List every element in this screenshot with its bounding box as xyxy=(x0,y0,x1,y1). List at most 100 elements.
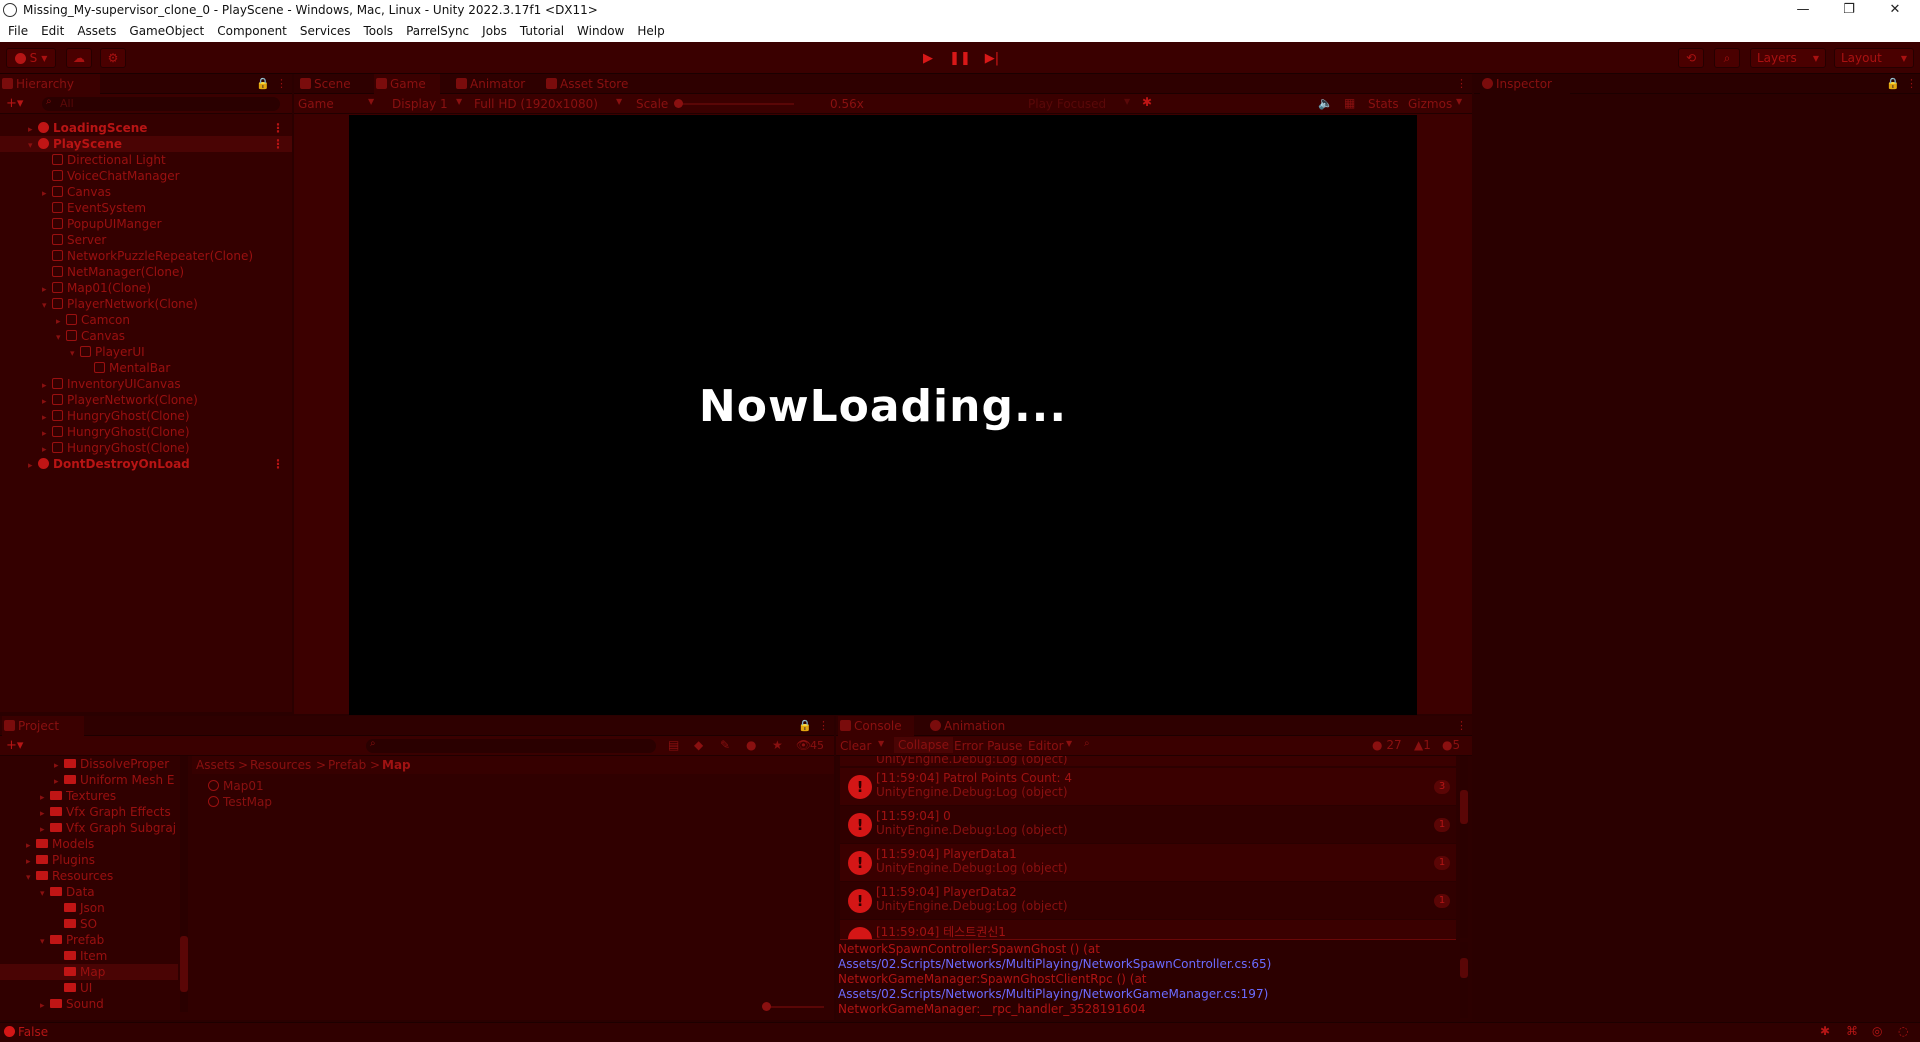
warning-filter-button[interactable]: ▲1 xyxy=(1414,738,1431,752)
project-folder[interactable]: ▸ Sound xyxy=(0,996,178,1012)
project-folder[interactable]: ▸ Vfx Graph Subgraj xyxy=(0,820,178,836)
hierarchy-item[interactable]: ▸ Canvas xyxy=(0,184,292,200)
project-menu-icon[interactable]: ⋮ xyxy=(818,719,829,732)
scale-slider-handle[interactable] xyxy=(674,99,683,108)
type-filter-icon[interactable]: ◆ xyxy=(694,738,703,752)
project-folder[interactable]: ▾ Prefab xyxy=(0,932,178,948)
game-screen[interactable]: NowLoading... xyxy=(349,115,1417,715)
stack-trace-link[interactable]: Assets/02.Scripts/Networks/MultiPlaying/… xyxy=(838,987,1268,1001)
hierarchy-search-input[interactable]: ⌕ All xyxy=(42,96,280,111)
hierarchy-menu-icon[interactable]: ⋮ xyxy=(276,77,287,90)
message-filter-button[interactable]: ●5 xyxy=(1442,738,1460,752)
history-button[interactable]: ⟲ xyxy=(1678,48,1704,68)
project-search-input[interactable]: ⌕ xyxy=(366,738,656,753)
project-folder[interactable]: ▸ Vfx Graph Effects xyxy=(0,804,178,820)
expand-arrow-icon[interactable]: ▸ xyxy=(40,806,50,820)
expand-arrow-icon[interactable]: ▸ xyxy=(40,790,50,804)
project-folder[interactable]: Map xyxy=(0,964,178,980)
scene-row[interactable]: ▸ DontDestroyOnLoad ⋮ xyxy=(0,456,292,472)
hidden-eye-icon[interactable]: 👁 xyxy=(796,738,811,752)
label-filter-icon[interactable]: ✎ xyxy=(720,738,730,752)
scrollbar-thumb[interactable] xyxy=(180,936,188,992)
icon-size-slider[interactable] xyxy=(770,1006,824,1008)
bug-icon[interactable]: ✱ xyxy=(1820,1024,1830,1038)
hierarchy-item[interactable]: VoiceChatManager xyxy=(0,168,292,184)
asset-item[interactable]: TestMap xyxy=(208,794,272,810)
scrollbar-thumb[interactable] xyxy=(1460,958,1468,978)
icon-size-slider-handle[interactable] xyxy=(762,1002,771,1011)
hierarchy-item[interactable]: EventSystem xyxy=(0,200,292,216)
scene-menu-icon[interactable]: ⋮ xyxy=(272,136,284,152)
expand-arrow-icon[interactable]: ▸ xyxy=(40,822,50,836)
project-folder[interactable]: ▸ Textures xyxy=(0,788,178,804)
menu-jobs[interactable]: Jobs xyxy=(482,24,507,38)
hierarchy-item[interactable]: ▾ PlayerNetwork(Clone) xyxy=(0,296,292,312)
menu-gameobject[interactable]: GameObject xyxy=(129,24,204,38)
layout-dropdown[interactable]: Layout ▼ xyxy=(1834,48,1914,68)
expand-arrow-icon[interactable]: ▸ xyxy=(40,998,50,1012)
menu-file[interactable]: File xyxy=(8,24,28,38)
expand-arrow-icon[interactable]: ▾ xyxy=(40,886,50,900)
scrollbar-thumb[interactable] xyxy=(1460,790,1468,824)
lock-icon[interactable]: 🔒 xyxy=(798,719,812,732)
menu-services[interactable]: Services xyxy=(300,24,351,38)
stack-trace-link[interactable]: Assets/02.Scripts/Networks/MultiPlaying/… xyxy=(838,957,1271,971)
hierarchy-item[interactable]: NetManager(Clone) xyxy=(0,264,292,280)
hierarchy-item[interactable]: ▸ HungryGhost(Clone) xyxy=(0,424,292,440)
hierarchy-item[interactable]: PopupUIManger xyxy=(0,216,292,232)
hierarchy-item[interactable]: ▸ Map01(Clone) xyxy=(0,280,292,296)
hierarchy-item[interactable]: ▸ Camcon xyxy=(0,312,292,328)
status-message[interactable]: False xyxy=(18,1025,48,1039)
hierarchy-item[interactable]: MentalBar xyxy=(0,360,292,376)
expand-arrow-icon[interactable]: ▸ xyxy=(54,758,64,772)
search-button[interactable]: ⌕ xyxy=(1714,48,1740,68)
lock-icon[interactable]: 🔒 xyxy=(1886,77,1900,90)
expand-arrow-icon[interactable]: ▾ xyxy=(26,870,36,884)
project-folder[interactable]: ▸ Models xyxy=(0,836,178,852)
menu-assets[interactable]: Assets xyxy=(77,24,116,38)
tab-project[interactable]: Project xyxy=(2,716,84,736)
scene-menu-icon[interactable]: ⋮ xyxy=(272,456,284,472)
log-row-partial[interactable]: [11:59:04] 테스트권신1 xyxy=(840,920,1456,940)
step-button[interactable]: ▶| xyxy=(978,48,1006,68)
cloud-button[interactable]: ☁ xyxy=(66,48,92,68)
hierarchy-item[interactable]: Directional Light xyxy=(0,152,292,168)
inspector-menu-icon[interactable]: ⋮ xyxy=(1906,77,1917,90)
minimize-button[interactable]: — xyxy=(1780,0,1826,20)
hierarchy-item[interactable]: Server xyxy=(0,232,292,248)
menu-edit[interactable]: Edit xyxy=(41,24,64,38)
tab-scene[interactable]: Scene xyxy=(298,74,368,94)
menu-component[interactable]: Component xyxy=(217,24,287,38)
pause-button[interactable]: ❚❚ xyxy=(946,48,974,68)
asset-item[interactable]: Map01 xyxy=(208,778,272,794)
hierarchy-item[interactable]: NetworkPuzzleRepeater(Clone) xyxy=(0,248,292,264)
play-button[interactable]: ▶ xyxy=(914,48,942,68)
search-icon[interactable]: ⌕ xyxy=(1084,738,1090,749)
network-icon[interactable]: ⌘ xyxy=(1846,1024,1858,1038)
tab-hierarchy[interactable]: Hierarchy xyxy=(0,74,100,94)
scale-slider-track[interactable] xyxy=(678,103,794,105)
hierarchy-item[interactable]: ▸ PlayerNetwork(Clone) xyxy=(0,392,292,408)
resolution-dropdown[interactable]: Full HD (1920x1080) xyxy=(474,97,598,111)
stats-button[interactable]: Stats xyxy=(1368,97,1399,111)
expand-arrow-icon[interactable]: ▸ xyxy=(54,774,64,788)
project-folder[interactable]: Json xyxy=(0,900,178,916)
favorite-icon[interactable]: ★ xyxy=(772,738,783,752)
clear-button[interactable]: Clear xyxy=(840,739,871,753)
log-row[interactable]: ! [11:59:04] PlayerData2 UnityEngine.Deb… xyxy=(840,882,1456,920)
warning-filter-icon[interactable]: ● xyxy=(746,738,756,752)
close-button[interactable]: ✕ xyxy=(1872,0,1918,20)
account-dropdown[interactable]: S ▼ xyxy=(6,48,56,68)
project-folder[interactable]: ▸ Uniform Mesh E xyxy=(0,772,178,788)
menu-parrelsync[interactable]: ParrelSync xyxy=(406,24,469,38)
game-view-dropdown[interactable]: Game xyxy=(298,97,334,111)
scene-menu-icon[interactable]: ⋮ xyxy=(272,120,284,136)
hierarchy-item[interactable]: ▾ PlayerUI xyxy=(0,344,292,360)
play-mode-dropdown[interactable]: Play Focused xyxy=(1028,97,1106,111)
project-folder[interactable]: UI xyxy=(0,980,178,996)
breadcrumb-assets[interactable]: Assets xyxy=(196,758,235,772)
hierarchy-item[interactable]: ▸ HungryGhost(Clone) xyxy=(0,408,292,424)
breadcrumb-prefab[interactable]: Prefab xyxy=(328,758,366,772)
audio-icon[interactable]: 🔈 xyxy=(1318,96,1333,110)
menu-tutorial[interactable]: Tutorial xyxy=(520,24,564,38)
